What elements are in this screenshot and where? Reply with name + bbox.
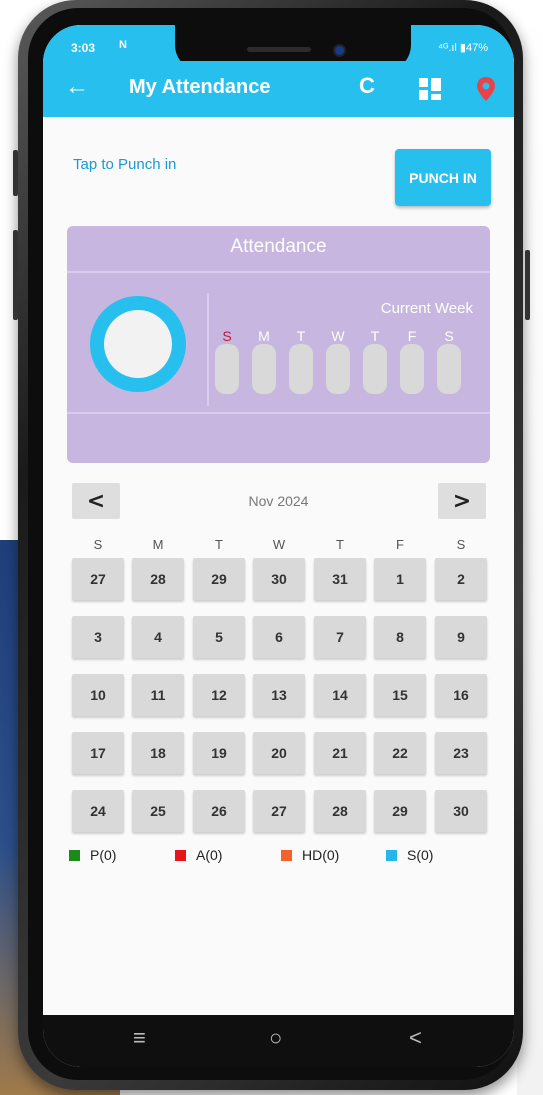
legend-swatch xyxy=(281,850,292,861)
app-bar: ← My Attendance C xyxy=(43,61,514,117)
legend-item: HD(0) xyxy=(281,847,339,863)
calendar-day-cell[interactable]: 1 xyxy=(374,558,426,600)
calendar-day-cell[interactable]: 18 xyxy=(132,732,184,774)
card-divider xyxy=(67,271,490,273)
calendar-day-cell[interactable]: 25 xyxy=(132,790,184,832)
calendar-day-cell[interactable]: 31 xyxy=(314,558,366,600)
week-day-indicator xyxy=(363,344,387,394)
legend-item: P(0) xyxy=(69,847,116,863)
page-title: My Attendance xyxy=(129,76,271,98)
week-day-indicator xyxy=(252,344,276,394)
location-pin-icon[interactable] xyxy=(475,76,497,102)
next-month-button[interactable]: > xyxy=(438,483,486,519)
phone-screen: 3:03 N ⁴ᴳ.ıl ▮47% ← My Attendance C Tap … xyxy=(43,25,514,1067)
legend-swatch xyxy=(175,850,186,861)
week-day-label: M xyxy=(258,328,270,344)
calendar-day-cell[interactable]: 12 xyxy=(193,674,245,716)
volume-button xyxy=(13,230,18,320)
day-header: M xyxy=(152,537,164,552)
calendar-day-cell[interactable]: 5 xyxy=(193,616,245,658)
calendar-day-cell[interactable]: 14 xyxy=(314,674,366,716)
punch-in-button[interactable]: PUNCH IN xyxy=(395,149,491,206)
status-time: 3:03 xyxy=(71,41,96,55)
signal-battery-indicator: ⁴ᴳ.ıl ▮47% xyxy=(438,42,488,54)
legend-label: S(0) xyxy=(407,847,434,863)
calendar-day-cell[interactable]: 3 xyxy=(72,616,124,658)
legend-label: P(0) xyxy=(90,847,117,863)
calendar-day-cell[interactable]: 30 xyxy=(435,790,487,832)
calendar-day-cell[interactable]: 29 xyxy=(374,790,426,832)
dashboard-icon[interactable] xyxy=(419,78,441,100)
punch-hint: Tap to Punch in xyxy=(73,156,177,173)
front-camera xyxy=(333,44,346,57)
calendar-day-cell[interactable]: 21 xyxy=(314,732,366,774)
week-day-label: S xyxy=(222,328,232,344)
calendar-day-cell[interactable]: 16 xyxy=(435,674,487,716)
day-header: S xyxy=(456,537,466,552)
calendar-day-cell[interactable]: 28 xyxy=(132,558,184,600)
week-day-label: T xyxy=(296,328,306,344)
nav-back-icon[interactable]: < xyxy=(409,1025,422,1051)
legend-label: HD(0) xyxy=(302,847,340,863)
legend-item: A(0) xyxy=(175,847,222,863)
week-day-label: T xyxy=(370,328,380,344)
day-header: T xyxy=(336,537,344,552)
week-day-label: S xyxy=(444,328,454,344)
power-button xyxy=(525,250,530,320)
volume-button xyxy=(13,150,18,196)
legend-swatch xyxy=(386,850,397,861)
calendar-day-cell[interactable]: 17 xyxy=(72,732,124,774)
calendar-day-cell[interactable]: 9 xyxy=(435,616,487,658)
calendar-day-cell[interactable]: 27 xyxy=(72,558,124,600)
calendar-day-cell[interactable]: 19 xyxy=(193,732,245,774)
home-icon[interactable]: ○ xyxy=(269,1025,282,1051)
legend-label: A(0) xyxy=(196,847,223,863)
speaker-grille xyxy=(247,47,311,52)
attendance-ring-chart xyxy=(90,296,186,392)
calendar-day-cell[interactable]: 8 xyxy=(374,616,426,658)
refresh-icon[interactable]: C xyxy=(359,73,375,99)
calendar-day-cell[interactable]: 15 xyxy=(374,674,426,716)
calendar-day-cell[interactable]: 27 xyxy=(253,790,305,832)
calendar-day-cell[interactable]: 20 xyxy=(253,732,305,774)
week-day-indicator xyxy=(326,344,350,394)
week-day-label: W xyxy=(331,328,345,344)
day-header: S xyxy=(93,537,103,552)
calendar-day-cell[interactable]: 29 xyxy=(193,558,245,600)
calendar-day-cell[interactable]: 7 xyxy=(314,616,366,658)
calendar-day-cell[interactable]: 4 xyxy=(132,616,184,658)
day-header: F xyxy=(396,537,404,552)
card-divider xyxy=(207,293,209,406)
week-day-indicator xyxy=(289,344,313,394)
attendance-card: Attendance Current Week S M T W T F S xyxy=(67,226,490,463)
day-header: T xyxy=(215,537,223,552)
back-arrow-icon[interactable]: ← xyxy=(65,73,89,101)
day-header: W xyxy=(272,537,286,552)
calendar-day-cell[interactable]: 23 xyxy=(435,732,487,774)
notification-icon: N xyxy=(119,39,127,51)
week-day-label: F xyxy=(407,328,417,344)
calendar-day-cell[interactable]: 28 xyxy=(314,790,366,832)
week-day-indicator xyxy=(437,344,461,394)
week-day-indicator xyxy=(400,344,424,394)
calendar-day-cell[interactable]: 2 xyxy=(435,558,487,600)
current-week-label: Current Week xyxy=(380,300,473,317)
calendar-day-cell[interactable]: 13 xyxy=(253,674,305,716)
legend-swatch xyxy=(69,850,80,861)
calendar-day-cell[interactable]: 24 xyxy=(72,790,124,832)
week-day-indicator xyxy=(215,344,239,394)
legend-item: S(0) xyxy=(386,847,433,863)
attendance-card-title: Attendance xyxy=(230,236,327,257)
calendar-day-cell[interactable]: 6 xyxy=(253,616,305,658)
calendar-day-cell[interactable]: 22 xyxy=(374,732,426,774)
calendar-day-cell[interactable]: 30 xyxy=(253,558,305,600)
menu-icon[interactable]: ≡ xyxy=(133,1025,146,1051)
calendar-day-cell[interactable]: 26 xyxy=(193,790,245,832)
calendar-day-cell[interactable]: 10 xyxy=(72,674,124,716)
card-divider xyxy=(67,412,490,414)
system-nav-bar: ≡ ○ < xyxy=(43,1015,514,1067)
calendar-day-cell[interactable]: 11 xyxy=(132,674,184,716)
